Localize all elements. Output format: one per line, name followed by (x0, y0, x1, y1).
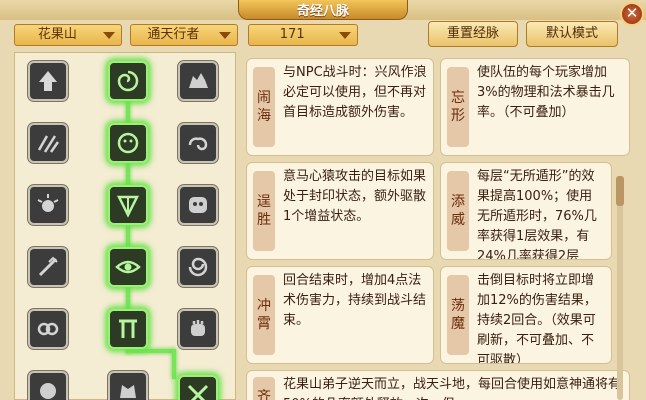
skill-card-wangxing[interactable]: 忘形 使队伍的每个玩家增加3%的物理和法术暴击几率。（不可叠加） (440, 58, 630, 156)
skill-path-link (172, 349, 176, 379)
skill-icon-r6c3[interactable] (178, 375, 218, 400)
school-dropdown[interactable]: 通天行者 (130, 24, 238, 46)
arrow-up-icon (39, 71, 57, 91)
skill-icon-r1c1[interactable] (28, 61, 68, 101)
skill-path-link (126, 349, 174, 353)
skill-card-bottom[interactable]: 齐 花果山弟子逆天而立，战天斗地，每回合使用如意神通将有50%的几率额外释放一次… (246, 370, 630, 400)
skill-icon-r5c2[interactable] (108, 309, 148, 349)
fist-icon (191, 320, 205, 336)
skill-description: 使队伍的每个玩家增加3%的物理和法术暴击几率。（不可叠加） (477, 65, 615, 120)
skill-name: 添威 (447, 171, 469, 251)
skill-card-naohai[interactable]: 闹海 与NPC战斗时：兴风作浪必定可以使用，但不再对首目标造成额外伤害。 (246, 58, 434, 156)
skill-icon-r3c1[interactable] (28, 185, 68, 225)
swirl-icon (117, 70, 139, 92)
chevron-down-icon (339, 32, 351, 39)
orb-icon (40, 383, 56, 399)
level-value: 171 (279, 27, 305, 42)
battle-icon (187, 384, 209, 400)
beast-icon (189, 73, 208, 88)
shield-split-icon (116, 195, 140, 218)
skill-description: 击倒目标时将立即增加12%的伤害结果，持续2回合。（效果可刷新，不可叠加、不可驱… (477, 273, 597, 364)
eye-icon (115, 260, 141, 274)
skill-name: 齐 (253, 377, 275, 400)
skill-card-chongxiao[interactable]: 冲霄 回合结束时，增加4点法术伤害力，持续到战斗结束。 (246, 266, 434, 364)
skill-description: 每层“无所遁形”的效果提高100%；使用无所遁形时，76%几率获得1层效果，有2… (477, 169, 597, 260)
skill-name: 忘形 (447, 67, 469, 147)
skill-name: 冲霄 (253, 275, 275, 355)
faction-value: 花果山 (37, 27, 77, 42)
beast-head-icon (120, 385, 136, 398)
scrollbar-thumb[interactable] (616, 176, 624, 206)
skill-icon-r5c3[interactable] (178, 309, 218, 349)
skill-card-tianwei[interactable]: 添威 每层“无所遁形”的效果提高100%；使用无所遁形时，76%几率获得1层效果… (440, 162, 612, 260)
window-title: 奇经八脉 (296, 4, 349, 19)
title-bar: 奇经八脉 (0, 0, 646, 20)
default-mode-button[interactable]: 默认模式 (526, 21, 618, 47)
cloud-knot-icon (37, 322, 59, 336)
skill-icon-r2c3[interactable] (178, 123, 218, 163)
close-button[interactable]: ✕ (620, 2, 644, 26)
skill-description: 回合结束时，增加4点法术伤害力，持续到战斗结束。 (283, 273, 427, 328)
skill-icon-r1c3[interactable] (178, 61, 218, 101)
chevron-down-icon (219, 32, 231, 39)
skill-icon-r3c2[interactable] (108, 185, 148, 225)
skill-icon-r3c3[interactable] (178, 185, 218, 225)
skill-description: 意马心猿攻击的目标如果处于封印状态，额外驱散1个增益状态。 (283, 169, 427, 224)
monkey-face-icon (117, 132, 139, 154)
skill-icon-r6c2[interactable] (108, 371, 148, 400)
skill-name: 闹海 (253, 67, 275, 147)
reset-meridian-button[interactable]: 重置经脉 (428, 21, 518, 47)
level-dropdown[interactable]: 171 (248, 24, 358, 46)
skill-card-chensheng[interactable]: 逞胜 意马心猿攻击的目标如果处于封印状态，额外驱散1个增益状态。 (246, 162, 434, 260)
meridian-window: 奇经八脉 ✕ 花果山 通天行者 171 重置经脉 默认模式 闹海 与NPC战斗时… (0, 0, 646, 400)
skill-icon-r4c3[interactable] (178, 247, 218, 287)
close-icon: ✕ (625, 4, 639, 22)
skill-name: 逞胜 (253, 171, 275, 251)
skill-description: 与NPC战斗时：兴风作浪必定可以使用，但不再对首目标造成额外伤害。 (283, 65, 427, 120)
skill-icon-r4c2[interactable] (108, 247, 148, 287)
skill-icon-r2c1[interactable] (28, 123, 68, 163)
skill-icon-r5c1[interactable] (28, 309, 68, 349)
skill-name: 荡魔 (447, 275, 469, 355)
skill-grid (14, 52, 236, 400)
mask-icon (189, 197, 207, 213)
wind-slash-icon (37, 135, 60, 153)
school-value: 通天行者 (147, 27, 200, 42)
skill-icon-r1c2[interactable] (108, 61, 148, 101)
cloud-swirl-icon (188, 137, 208, 151)
pillar-icon (119, 319, 137, 338)
chevron-down-icon (103, 32, 115, 39)
skill-icon-r4c1[interactable] (28, 247, 68, 287)
scrollbar[interactable] (616, 176, 624, 400)
staff-strike-icon (38, 256, 58, 277)
skill-card-dangmo[interactable]: 荡魔 击倒目标时将立即增加12%的伤害结果，持续2回合。（效果可刷新，不可叠加、… (440, 266, 612, 364)
skill-icon-r2c2[interactable] (108, 123, 148, 163)
title-plate: 奇经八脉 (238, 0, 408, 20)
skill-icon-r6c1[interactable] (28, 371, 68, 400)
faction-dropdown[interactable]: 花果山 (14, 24, 122, 46)
skill-description: 花果山弟子逆天而立，战天斗地，每回合使用如意神通将有50%的几率额外释放一次，但 (283, 377, 622, 400)
vortex-icon (188, 257, 208, 277)
head-rays-icon (37, 194, 59, 212)
